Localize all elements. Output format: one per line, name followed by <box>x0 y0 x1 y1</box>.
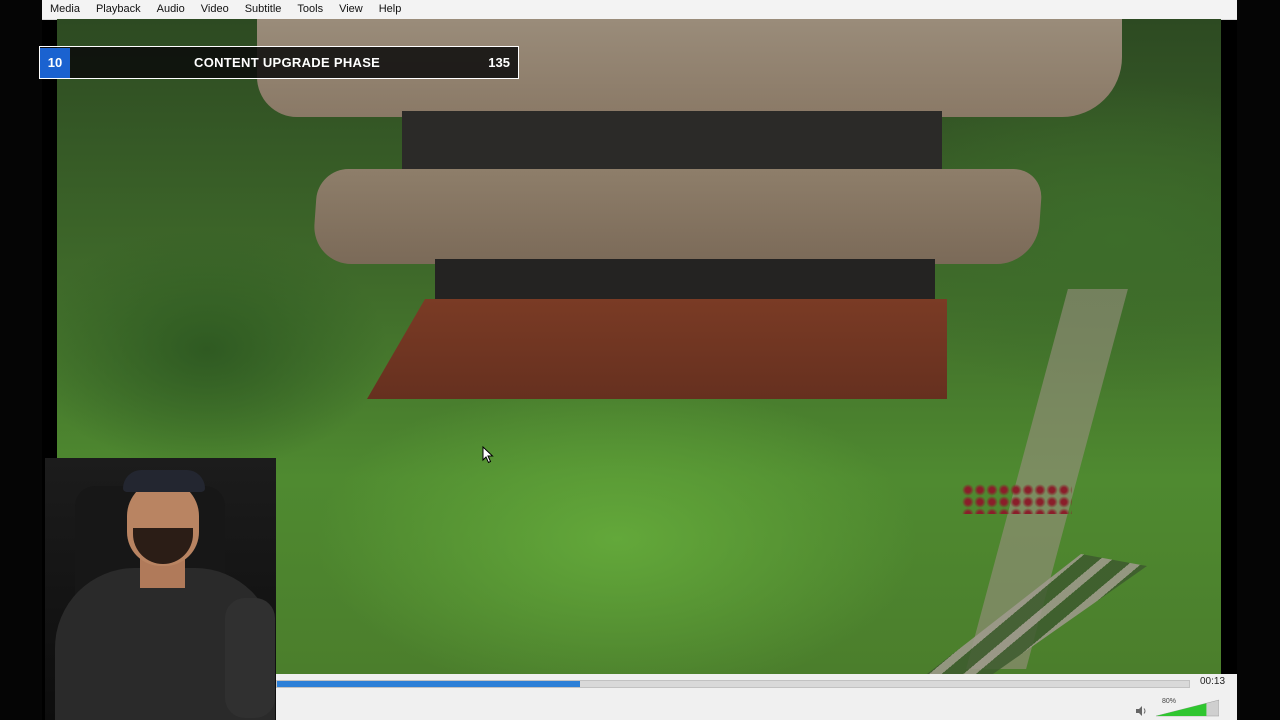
flower-bed <box>962 484 1072 514</box>
banner-title: CONTENT UPGRADE PHASE <box>194 55 381 70</box>
person-cap <box>123 470 205 492</box>
menu-playback[interactable]: Playback <box>88 0 149 19</box>
seek-progress <box>277 681 580 687</box>
menu-media[interactable]: Media <box>42 0 88 19</box>
mouse-pointer-icon <box>482 445 494 469</box>
menu-bar: Media Playback Audio Video Subtitle Tool… <box>42 0 1237 20</box>
overlay-banner: 10 CONTENT UPGRADE PHASE 135 <box>39 46 519 79</box>
menu-view[interactable]: View <box>331 0 371 19</box>
banner-number: 10 <box>40 47 70 78</box>
window-frame-left <box>0 0 42 720</box>
menu-subtitle[interactable]: Subtitle <box>237 0 290 19</box>
banner-count: 135 <box>488 55 510 70</box>
volume-percent: 80% <box>1162 698 1177 705</box>
speaker-icon[interactable] <box>1135 704 1147 716</box>
window-frame-right <box>1237 0 1280 720</box>
menu-video[interactable]: Video <box>193 0 237 19</box>
playback-controls: 00:13 80% <box>276 674 1237 720</box>
person-arm <box>225 598 275 718</box>
menu-tools[interactable]: Tools <box>289 0 331 19</box>
thatched-roof-lower <box>311 169 1044 264</box>
webcam-overlay <box>45 458 276 720</box>
menu-help[interactable]: Help <box>371 0 410 19</box>
seek-bar[interactable] <box>276 680 1190 688</box>
wooden-deck <box>367 299 947 399</box>
menu-audio[interactable]: Audio <box>149 0 193 19</box>
time-display: 00:13 <box>1200 676 1226 687</box>
